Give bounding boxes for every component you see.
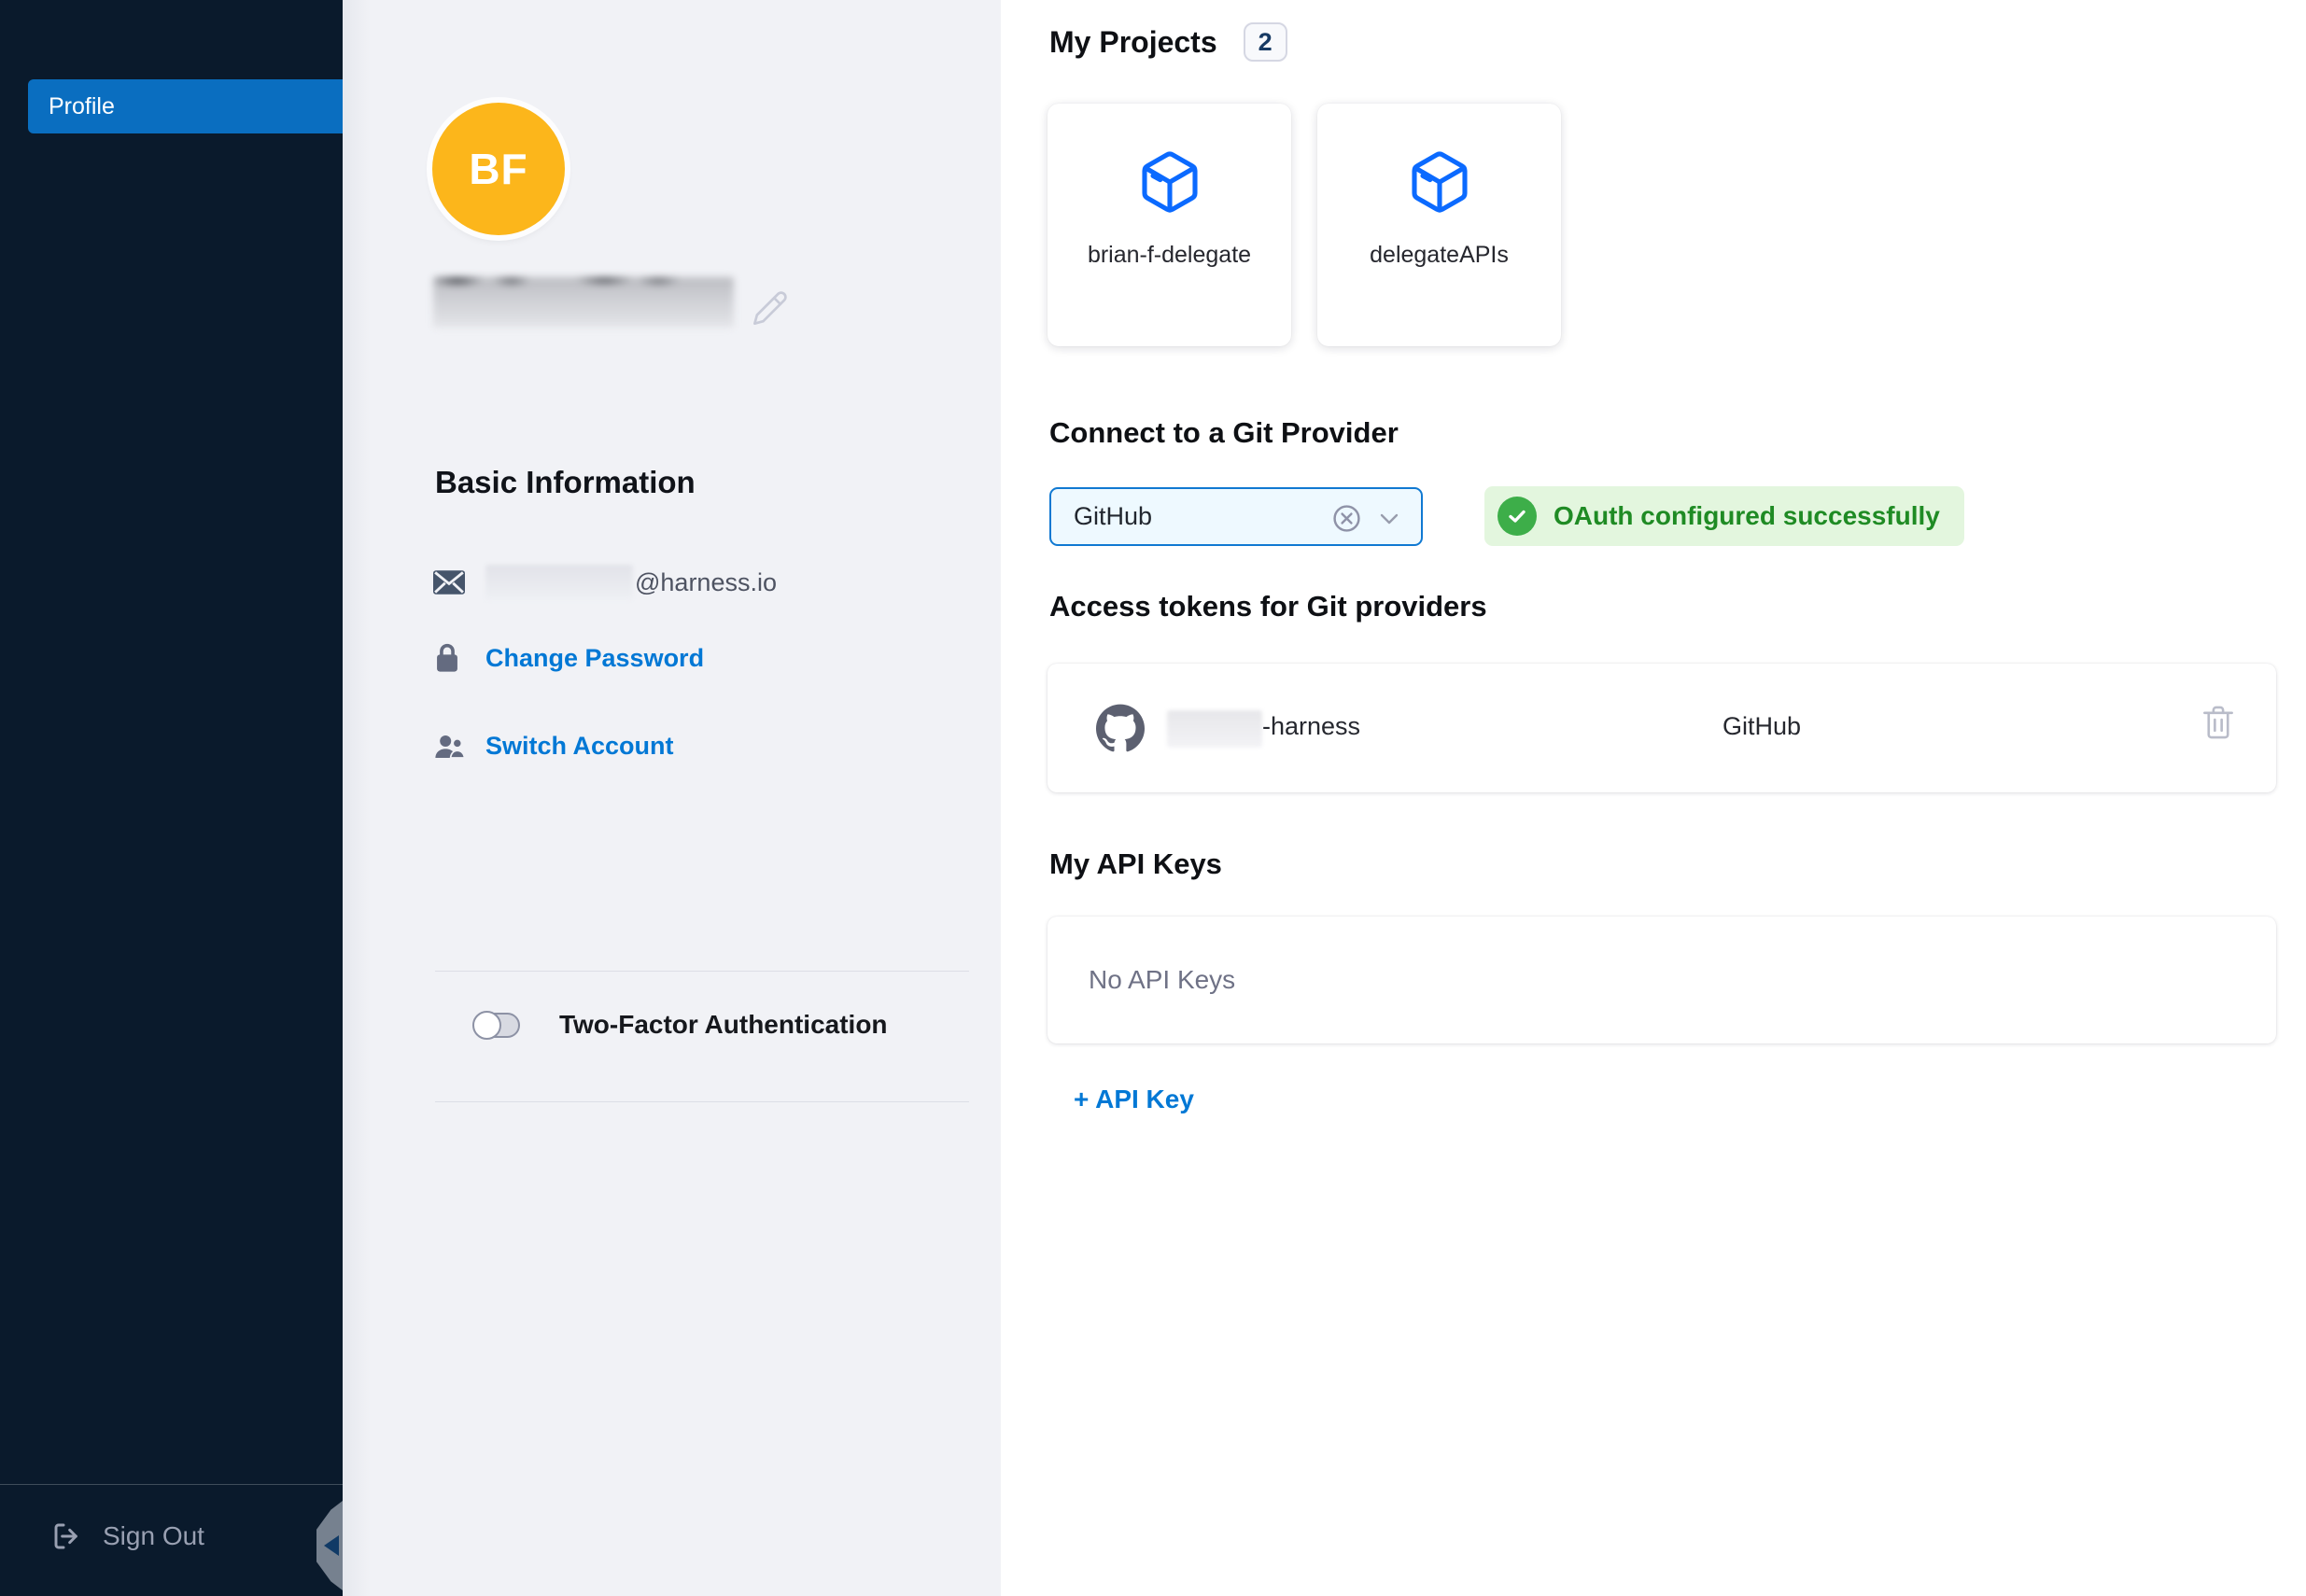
oauth-status-badge: OAuth configured successfully: [1484, 486, 1964, 546]
clear-selection-icon[interactable]: [1332, 504, 1361, 533]
change-password-row: Change Password: [433, 642, 704, 674]
switch-account-link[interactable]: Switch Account: [485, 732, 674, 761]
chevron-down-icon[interactable]: [1378, 510, 1400, 528]
email-local-part-redacted: [485, 565, 633, 600]
oauth-status-text: OAuth configured successfully: [1554, 501, 1940, 531]
main-content: My Projects 2 brian-f-delegate: [1001, 0, 2306, 1596]
projects-count-badge: 2: [1244, 22, 1287, 62]
sign-out-button[interactable]: Sign Out: [52, 1510, 204, 1562]
sidebar: Profile Sign Out: [0, 0, 343, 1596]
token-row: -harness GitHub: [1048, 664, 2276, 792]
change-password-link[interactable]: Change Password: [485, 644, 704, 673]
token-provider: GitHub: [1722, 712, 1801, 741]
avatar-initials: BF: [469, 144, 527, 194]
toggle-knob: [472, 1011, 501, 1040]
divider-above-2fa: [435, 971, 969, 972]
project-cards: brian-f-delegate delegateAPIs: [1048, 104, 1561, 346]
switch-account-icon: [433, 733, 485, 761]
project-cube-icon: [1136, 148, 1203, 216]
sign-out-label: Sign Out: [103, 1521, 204, 1551]
collapse-arrow-icon: [324, 1535, 339, 1556]
api-keys-heading: My API Keys: [1049, 847, 1222, 881]
project-name: delegateAPIs: [1370, 242, 1509, 269]
sidebar-footer-divider: [0, 1484, 343, 1485]
basic-information-heading: Basic Information: [435, 465, 696, 500]
token-name-redacted: [1167, 710, 1262, 748]
email-row: @harness.io: [433, 565, 777, 600]
two-factor-row: Two-Factor Authentication: [473, 1010, 888, 1040]
edit-name-icon[interactable]: [752, 289, 789, 327]
sidebar-item-profile-label: Profile: [49, 93, 115, 120]
git-provider-heading: Connect to a Git Provider: [1049, 416, 1399, 450]
git-provider-select[interactable]: GitHub: [1049, 487, 1423, 546]
project-cube-icon: [1406, 148, 1473, 216]
lock-icon: [433, 642, 485, 674]
success-check-icon: [1497, 497, 1537, 536]
user-name-redacted: [433, 277, 734, 328]
email-domain: @harness.io: [635, 568, 777, 597]
api-keys-empty-card: No API Keys: [1048, 917, 2276, 1043]
github-icon: [1096, 704, 1145, 752]
two-factor-toggle[interactable]: [473, 1013, 520, 1038]
my-projects-heading: My Projects: [1049, 25, 1217, 60]
git-provider-selected-value: GitHub: [1074, 502, 1152, 531]
no-api-keys-text: No API Keys: [1048, 965, 1235, 995]
two-factor-label: Two-Factor Authentication: [559, 1010, 888, 1040]
switch-account-row: Switch Account: [433, 732, 674, 761]
profile-page: Profile Sign Out BF Basic Information: [0, 0, 2306, 1596]
my-projects-header: My Projects 2: [1049, 22, 1287, 62]
divider-below-2fa: [435, 1101, 969, 1102]
project-card-delegateAPIs[interactable]: delegateAPIs: [1317, 104, 1561, 346]
avatar: BF: [432, 103, 565, 235]
git-provider-row: GitHub OAuth configured successfully: [1049, 486, 1964, 546]
sign-out-icon: [52, 1521, 82, 1551]
access-tokens-heading: Access tokens for Git providers: [1049, 590, 1487, 623]
profile-panel: BF Basic Information @harness.io: [343, 0, 1001, 1596]
token-name-suffix: -harness: [1262, 712, 1360, 741]
sidebar-item-profile[interactable]: Profile: [28, 79, 343, 133]
email-icon: [433, 570, 485, 595]
access-token-card: -harness GitHub: [1048, 664, 2276, 792]
project-card-brian-f-delegate[interactable]: brian-f-delegate: [1048, 104, 1291, 346]
delete-token-icon[interactable]: [2201, 705, 2235, 740]
sidebar-collapse-handle[interactable]: [316, 1501, 343, 1590]
add-api-key-button[interactable]: + API Key: [1074, 1085, 1194, 1114]
project-name: brian-f-delegate: [1088, 242, 1251, 269]
